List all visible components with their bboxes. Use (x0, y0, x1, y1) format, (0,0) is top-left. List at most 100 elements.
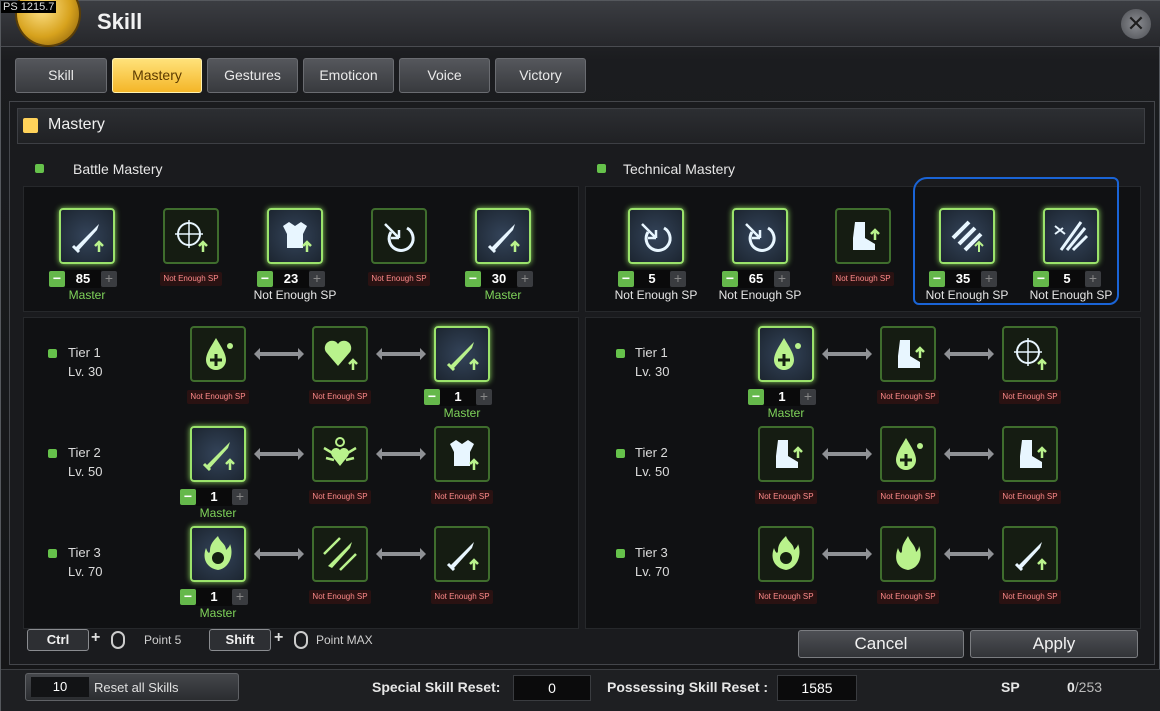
increase-button[interactable]: + (670, 271, 686, 287)
bullet-icon (616, 349, 625, 358)
tier-name: Tier 1 (635, 345, 668, 360)
skill-slot[interactable] (758, 326, 814, 382)
tab-victory-pose[interactable]: Victory Pose (495, 58, 586, 116)
skill-slot[interactable] (758, 426, 814, 482)
decrease-button[interactable]: − (180, 589, 196, 605)
tier-level: Lv. 30 (635, 364, 670, 379)
skill-slot[interactable] (1002, 426, 1058, 482)
skill-slot[interactable] (267, 208, 323, 264)
blood-drop-plus-icon (766, 334, 806, 374)
close-icon: ✕ (1126, 11, 1146, 36)
link-arrow (254, 348, 304, 360)
sword-slash-icon (320, 534, 360, 574)
tab-gestures[interactable]: Gestures (207, 58, 298, 93)
skill-slot[interactable] (190, 426, 246, 482)
not-enough-sp-badge: Not Enough SP (999, 490, 1061, 504)
skill-slot[interactable] (190, 326, 246, 382)
tier-level: Lv. 50 (68, 464, 103, 479)
increase-button[interactable]: + (800, 389, 816, 405)
skill-slot[interactable] (163, 208, 219, 264)
increase-button[interactable]: + (476, 389, 492, 405)
skill-level-value: 85 (65, 270, 101, 288)
skill-level-value: 23 (273, 270, 309, 288)
decrease-button[interactable]: − (618, 271, 634, 287)
reset-label: Reset all Skills (94, 680, 179, 695)
section-title: Mastery (48, 116, 105, 133)
skill-slot[interactable] (1002, 326, 1058, 382)
tier-name: Tier 2 (68, 445, 101, 460)
skill-slot[interactable] (732, 208, 788, 264)
not-enough-sp-badge: Not Enough SP (431, 590, 493, 604)
sp-current: 0 (1067, 679, 1075, 695)
ctrl-label: Point 5 (144, 633, 182, 647)
skill-slot[interactable] (312, 526, 368, 582)
link-arrow (944, 548, 994, 560)
increase-button[interactable]: + (232, 489, 248, 505)
skill-slot[interactable] (1002, 526, 1058, 582)
green-sword-up-icon (442, 334, 482, 374)
decrease-button[interactable]: − (180, 489, 196, 505)
blood-drop-plus-icon (198, 334, 238, 374)
decrease-button[interactable]: − (257, 271, 273, 287)
skill-slot[interactable] (312, 326, 368, 382)
plus-sign: + (91, 629, 101, 646)
skill-level-value: 65 (738, 270, 774, 288)
flame-icon (888, 534, 928, 574)
increase-button[interactable]: + (774, 271, 790, 287)
link-arrow (376, 448, 426, 460)
skill-slot[interactable] (475, 208, 531, 264)
tier-label: Tier 2 Lv. 50 (635, 443, 669, 481)
possessing-reset-value: 1585 (777, 675, 857, 701)
apply-button[interactable]: Apply (970, 630, 1138, 658)
tab-emoticon[interactable]: Emoticon (303, 58, 394, 93)
green-sword-up-icon (198, 434, 238, 474)
skill-slot[interactable] (880, 326, 936, 382)
decrease-button[interactable]: − (49, 271, 65, 287)
not-enough-sp-badge: Not Enough SP (309, 390, 371, 404)
decrease-button[interactable]: − (748, 389, 764, 405)
skill-level-stepper: −1 + (180, 588, 248, 606)
decrease-button[interactable]: − (465, 271, 481, 287)
tab-voice-wheel[interactable]: Voice Wheel (399, 58, 490, 116)
tier-name: Tier 3 (68, 545, 101, 560)
skill-slot[interactable] (434, 526, 490, 582)
shift-key: Shift (209, 629, 271, 651)
not-enough-sp-badge: Not Enough SP (431, 490, 493, 504)
decrease-button[interactable]: − (722, 271, 738, 287)
skill-slot[interactable] (434, 326, 490, 382)
increase-button[interactable]: + (101, 271, 117, 287)
skill-level-stepper: −1 + (180, 488, 248, 506)
crosshair-up-icon (1010, 334, 1050, 374)
increase-button[interactable]: + (309, 271, 325, 287)
skill-slot[interactable] (758, 526, 814, 582)
skill-level-stepper: −23 + (257, 270, 325, 288)
skill-slot[interactable] (371, 208, 427, 264)
close-button[interactable]: ✕ (1121, 9, 1151, 39)
tier-label: Tier 3 Lv. 70 (635, 543, 669, 581)
cancel-button[interactable]: Cancel (798, 630, 964, 658)
not-enough-sp-badge: Not Enough SP (832, 272, 894, 286)
not-enough-sp-badge: Not Enough SP (755, 590, 817, 604)
skill-slot[interactable] (312, 426, 368, 482)
increase-button[interactable]: + (232, 589, 248, 605)
skill-slot[interactable] (835, 208, 891, 264)
not-enough-sp-label: Not Enough SP (614, 288, 698, 302)
decrease-button[interactable]: − (424, 389, 440, 405)
skill-slot[interactable] (880, 526, 936, 582)
not-enough-sp-badge: Not Enough SP (999, 390, 1061, 404)
tab-skill[interactable]: Skill (15, 58, 107, 93)
boot-up-icon (843, 216, 883, 256)
increase-button[interactable]: + (517, 271, 533, 287)
not-enough-sp-badge: Not Enough SP (309, 490, 371, 504)
skill-slot[interactable] (880, 426, 936, 482)
special-reset-label: Special Skill Reset: (372, 679, 501, 695)
tier-label: Tier 1 Lv. 30 (635, 343, 669, 381)
skill-slot[interactable] (434, 426, 490, 482)
tab-mastery[interactable]: Mastery (112, 58, 202, 93)
skill-slot[interactable] (190, 526, 246, 582)
not-enough-sp-label: Not Enough SP (718, 288, 802, 302)
skill-slot[interactable] (628, 208, 684, 264)
link-arrow (822, 348, 872, 360)
battle-mastery-title: Battle Mastery (73, 161, 163, 177)
skill-slot[interactable] (59, 208, 115, 264)
